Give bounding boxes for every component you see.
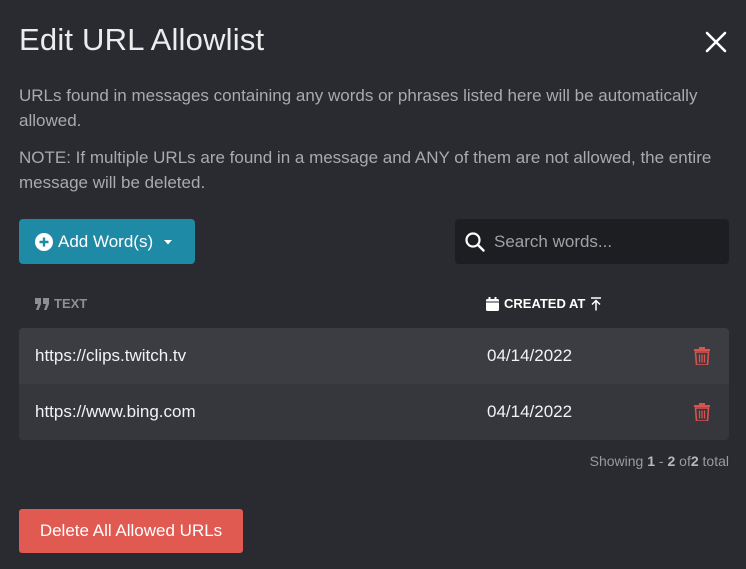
quote-icon [35,297,49,310]
row-text: https://www.bing.com [35,402,196,421]
delete-all-label: Delete All Allowed URLs [39,521,223,540]
table-header: TEXT CREATED AT [19,296,729,316]
pagination-start: 1 [647,453,656,469]
pagination-prefix: Showing [589,453,644,469]
pagination-summary: Showing 1 - 2 of2 total [590,453,729,469]
table-row: https://clips.twitch.tv 04/14/2022 [19,328,729,384]
pagination-end: 2 [667,453,676,469]
pagination-total: 2 [690,453,699,469]
column-header-text-label: TEXT [54,296,88,311]
table-row: https://www.bing.com 04/14/2022 [19,384,729,440]
pagination-separator: - [658,453,664,469]
allowlist-table: https://clips.twitch.tv 04/14/2022 https… [19,328,729,440]
dialog-description: URLs found in messages containing any wo… [19,86,698,130]
pagination-of: of [679,453,691,469]
trash-icon[interactable] [694,347,710,365]
plus-circle-icon [35,232,53,251]
dialog-note: NOTE: If multiple URLs are found in a me… [19,148,712,192]
column-header-created-at[interactable]: CREATED AT [486,296,602,311]
search-box[interactable] [455,219,729,264]
sort-ascending-icon[interactable] [590,296,602,311]
pagination-suffix: total [702,453,729,469]
add-words-button[interactable]: Add Word(s) [19,219,195,264]
row-text: https://clips.twitch.tv [35,346,187,365]
row-created-at: 04/14/2022 [487,402,573,421]
calendar-icon [486,296,499,311]
delete-all-button[interactable]: Delete All Allowed URLs [19,509,243,553]
column-header-created-at-label: CREATED AT [504,296,586,311]
caret-down-icon [163,237,173,247]
search-input[interactable] [492,230,716,253]
row-created-at: 04/14/2022 [487,346,573,365]
dialog-title: Edit URL Allowlist [19,22,265,57]
close-icon[interactable] [704,30,728,54]
trash-icon[interactable] [694,403,710,421]
add-words-label: Add Word(s) [58,231,154,251]
edit-url-allowlist-dialog: Edit URL Allowlist URLs found in message… [0,0,746,569]
search-icon [464,231,486,253]
column-header-text[interactable]: TEXT [35,296,87,311]
